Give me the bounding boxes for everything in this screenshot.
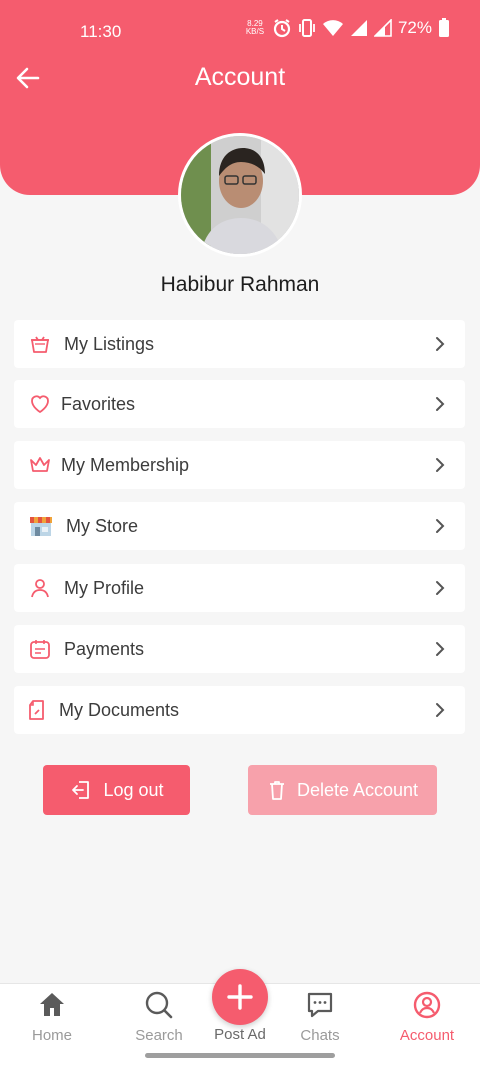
- menu-item-payments[interactable]: Payments: [14, 625, 465, 673]
- delete-account-button[interactable]: Delete Account: [248, 765, 437, 815]
- user-name: Habibur Rahman: [160, 273, 320, 296]
- menu-item-my-profile[interactable]: My Profile: [14, 564, 465, 612]
- status-bar: 11:30 8.29 KB/S 72%: [0, 18, 480, 44]
- signal-icon: [350, 20, 367, 36]
- net-speed-unit: KB/S: [245, 27, 265, 36]
- page-title: Account: [194, 63, 286, 91]
- chevron-right-icon: [436, 337, 445, 351]
- account-icon: [413, 991, 441, 1019]
- menu-item-my-listings[interactable]: My Listings: [14, 320, 465, 368]
- post-ad-label: Post Ad: [214, 1026, 266, 1043]
- menu-item-favorites[interactable]: Favorites: [14, 380, 465, 428]
- chevron-right-icon: [436, 642, 445, 656]
- net-speed: 8.29 KB/S: [244, 20, 266, 36]
- chevron-right-icon: [436, 397, 445, 411]
- avatar-photo: [181, 136, 299, 254]
- home-icon: [40, 993, 64, 1016]
- nav-chats[interactable]: Chats: [275, 984, 365, 1049]
- post-ad-button[interactable]: [212, 969, 268, 1025]
- chevron-right-icon: [436, 581, 445, 595]
- wifi-icon: [322, 20, 343, 36]
- vibrate-icon: [299, 19, 315, 37]
- battery-icon: [439, 18, 449, 37]
- chevron-right-icon: [436, 519, 445, 533]
- nav-home[interactable]: Home: [7, 984, 97, 1049]
- delete-account-label: Delete Account: [296, 779, 419, 800]
- nav-account-label: Account: [399, 1027, 455, 1044]
- trash-icon: [269, 781, 284, 800]
- menu-label: Payments: [64, 638, 145, 659]
- logout-button[interactable]: Log out: [43, 765, 190, 815]
- status-icons: 8.29 KB/S 72%: [244, 18, 450, 38]
- heart-icon: [31, 395, 49, 414]
- menu-label: My Membership: [61, 454, 190, 475]
- menu-item-my-membership[interactable]: My Membership: [14, 441, 465, 489]
- menu-item-my-documents[interactable]: My Documents: [14, 686, 465, 734]
- search-icon: [145, 991, 173, 1019]
- menu-label: My Listings: [64, 333, 155, 354]
- gesture-bar[interactable]: [145, 1053, 335, 1058]
- status-time: 11:30: [80, 22, 122, 41]
- logout-label: Log out: [103, 779, 164, 800]
- menu-label: My Store: [66, 515, 139, 536]
- menu-label: My Documents: [59, 699, 180, 720]
- avatar[interactable]: [178, 133, 302, 257]
- chat-icon: [307, 992, 333, 1018]
- battery-percent: 72%: [397, 18, 432, 37]
- crown-icon: [30, 457, 50, 472]
- nav-account[interactable]: Account: [382, 984, 472, 1049]
- logout-icon: [72, 781, 90, 799]
- menu-label: Favorites: [61, 393, 136, 414]
- chevron-right-icon: [436, 703, 445, 717]
- user-icon: [31, 579, 49, 598]
- nav-chats-label: Chats: [300, 1027, 340, 1044]
- alarm-icon: [273, 19, 291, 38]
- nav-search[interactable]: Search: [114, 984, 204, 1049]
- chevron-right-icon: [436, 458, 445, 472]
- nav-search-label: Search: [135, 1027, 183, 1044]
- nav-home-label: Home: [31, 1027, 72, 1044]
- basket-icon: [31, 336, 49, 353]
- signal-2-icon: [373, 19, 392, 37]
- menu-item-my-store[interactable]: My Store: [14, 502, 465, 550]
- plus-icon: [227, 984, 253, 1010]
- calendar-icon: [30, 640, 50, 659]
- store-icon: [30, 517, 52, 536]
- document-icon: [29, 700, 44, 720]
- menu-label: My Profile: [64, 577, 145, 598]
